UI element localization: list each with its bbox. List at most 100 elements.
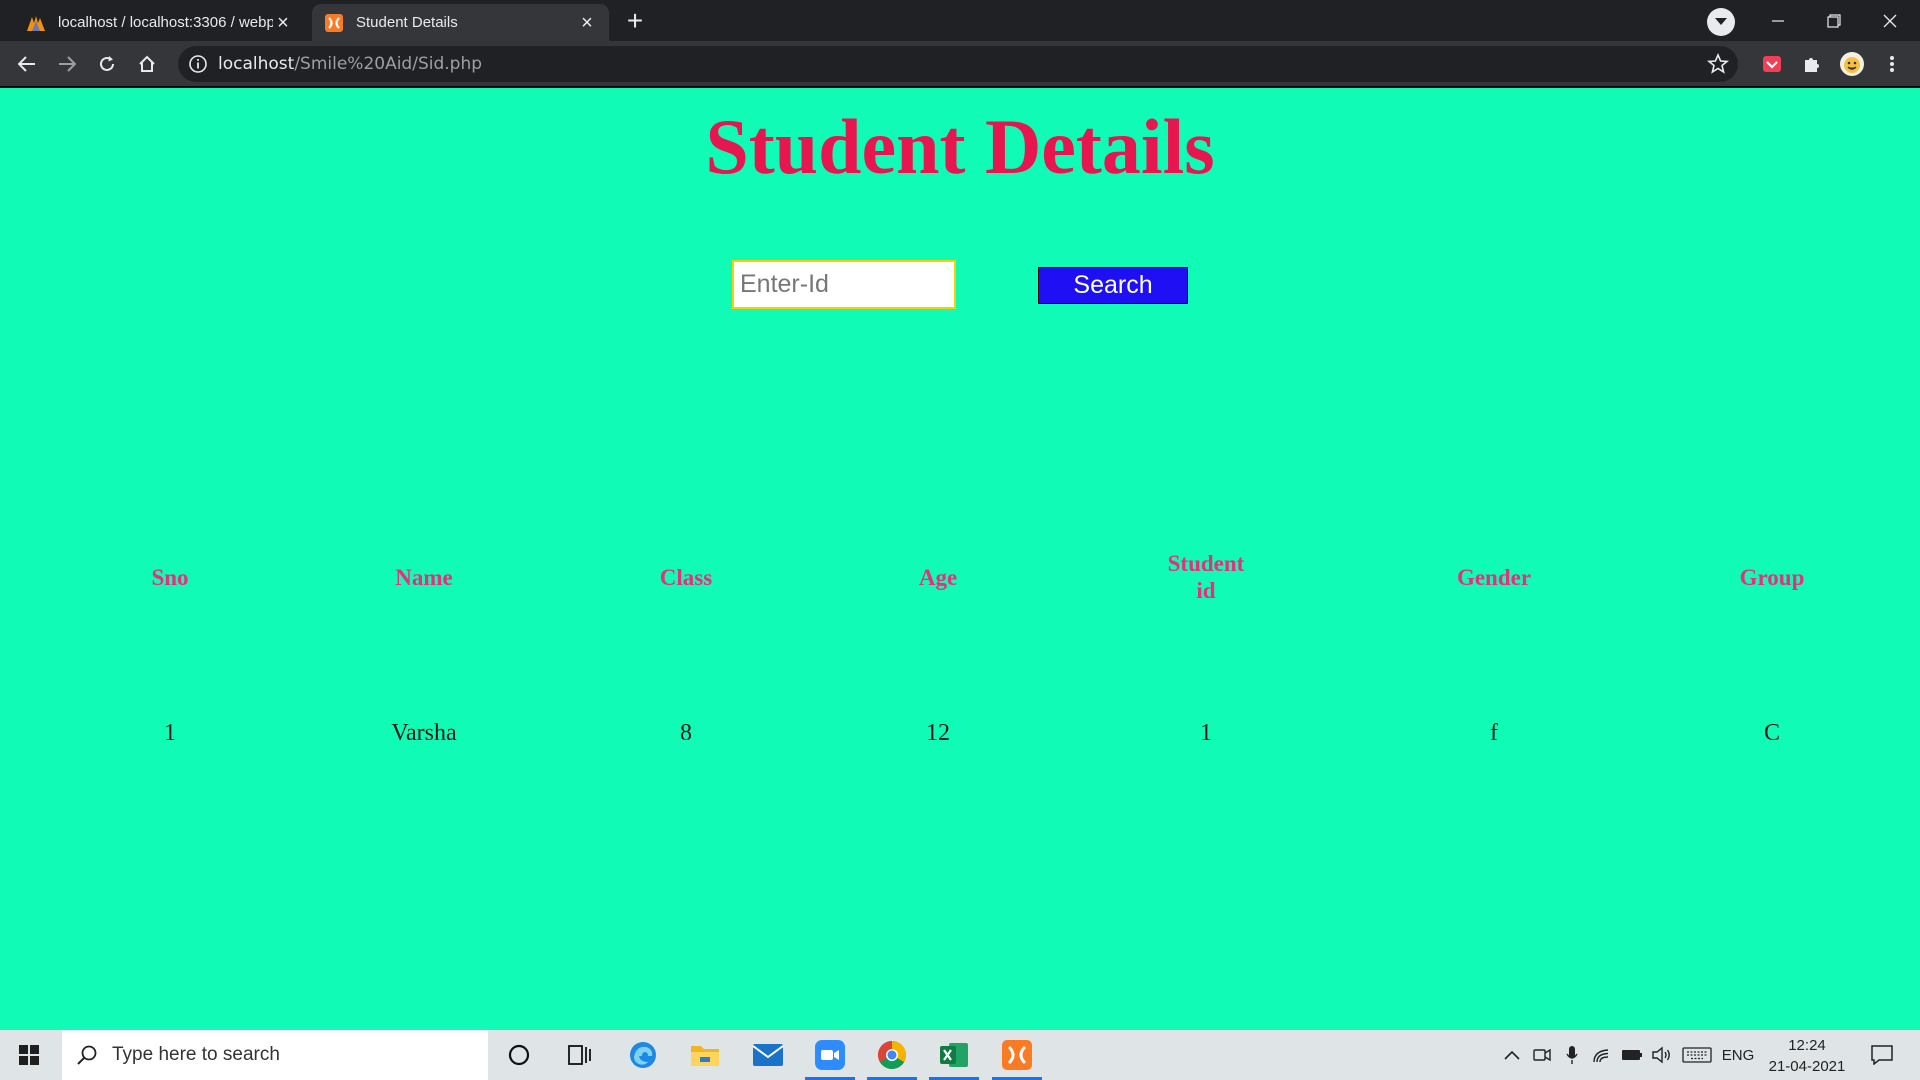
browser-toolbar: localhost/Smile%20Aid/Sid.php bbox=[0, 41, 1920, 88]
close-icon bbox=[1883, 14, 1897, 27]
taskbar-zoom[interactable] bbox=[801, 1030, 859, 1080]
chevron-down-icon bbox=[1715, 18, 1727, 25]
url-text: localhost/Smile%20Aid/Sid.php bbox=[218, 54, 482, 74]
zoom-icon bbox=[815, 1040, 845, 1070]
tray-microphone[interactable] bbox=[1560, 1030, 1584, 1080]
page-content: Student Details Search Sno Name Class Ag… bbox=[0, 88, 1920, 1030]
address-bar[interactable]: localhost/Smile%20Aid/Sid.php bbox=[178, 46, 1738, 82]
bookmark-star-icon[interactable] bbox=[1706, 52, 1730, 76]
forward-button[interactable] bbox=[52, 49, 82, 79]
column-header-age: Age bbox=[918, 565, 958, 590]
mail-icon bbox=[752, 1044, 784, 1066]
wifi-icon bbox=[1593, 1049, 1609, 1063]
clock-date: 21-04-2021 bbox=[1768, 1058, 1846, 1075]
cell-sno: 1 bbox=[164, 720, 176, 746]
notification-icon bbox=[1871, 1045, 1893, 1065]
speaker-icon bbox=[1652, 1046, 1670, 1064]
search-button[interactable]: Search bbox=[1038, 267, 1188, 304]
phpmyadmin-icon bbox=[26, 13, 46, 33]
column-header-sno: Sno bbox=[151, 565, 189, 590]
avatar-icon bbox=[1840, 52, 1864, 76]
excel-icon bbox=[940, 1043, 968, 1067]
restore-icon bbox=[1827, 13, 1841, 28]
reload-icon bbox=[100, 56, 114, 71]
microphone-icon bbox=[1566, 1046, 1578, 1064]
extensions-button[interactable] bbox=[1798, 50, 1826, 78]
taskbar-search-placeholder: Type here to search bbox=[112, 1044, 280, 1065]
puzzle-icon bbox=[1805, 58, 1819, 72]
new-tab-button[interactable]: + bbox=[621, 7, 649, 36]
tray-network[interactable] bbox=[1590, 1030, 1614, 1080]
taskbar-xampp[interactable] bbox=[988, 1030, 1046, 1080]
cell-name: Varsha bbox=[391, 720, 457, 746]
taskbar-file-explorer[interactable] bbox=[676, 1030, 734, 1080]
taskbar-edge[interactable] bbox=[614, 1030, 672, 1080]
tray-volume[interactable] bbox=[1650, 1030, 1674, 1080]
profile-avatar[interactable] bbox=[1838, 50, 1866, 78]
id-search-input[interactable] bbox=[732, 260, 956, 309]
minimize-button[interactable] bbox=[1750, 0, 1806, 41]
browser-menu-button[interactable] bbox=[1878, 50, 1906, 78]
tab-title: localhost / localhost:3306 / webp bbox=[58, 14, 273, 31]
folder-icon bbox=[691, 1046, 719, 1066]
action-center-button[interactable] bbox=[1864, 1030, 1900, 1080]
column-header-group: Group bbox=[1739, 565, 1805, 590]
column-header-name: Name bbox=[395, 565, 453, 590]
arrow-left-icon bbox=[18, 56, 35, 72]
camera-icon bbox=[1533, 1048, 1551, 1062]
taskbar-excel[interactable] bbox=[925, 1030, 983, 1080]
tray-battery[interactable] bbox=[1620, 1030, 1644, 1080]
close-icon[interactable]: × bbox=[577, 13, 597, 33]
column-header-student-id: Student id bbox=[1167, 551, 1245, 603]
tray-clock[interactable]: 12:24 21-04-2021 bbox=[1762, 1035, 1852, 1077]
tray-meet-now[interactable] bbox=[1530, 1030, 1554, 1080]
cell-age: 12 bbox=[926, 720, 950, 746]
minimize-icon bbox=[1772, 19, 1784, 22]
browser-tab-strip: localhost / localhost:3306 / webp × Stud… bbox=[0, 0, 1920, 41]
taskbar-chrome[interactable] bbox=[863, 1030, 921, 1080]
cortana-button[interactable] bbox=[490, 1030, 548, 1080]
arrow-right-icon bbox=[59, 56, 76, 72]
column-header-gender: Gender bbox=[1456, 565, 1532, 590]
home-button[interactable] bbox=[132, 49, 162, 79]
taskbar-search[interactable]: Type here to search bbox=[62, 1030, 488, 1080]
cell-student-id: 1 bbox=[1200, 720, 1212, 746]
tray-language[interactable]: ENG bbox=[1718, 1030, 1758, 1080]
info-icon bbox=[189, 55, 207, 73]
tab-student-details[interactable]: Student Details × bbox=[312, 4, 609, 41]
cell-gender: f bbox=[1490, 720, 1498, 746]
keyboard-icon bbox=[1682, 1047, 1712, 1063]
cell-group: C bbox=[1763, 720, 1781, 746]
battery-icon bbox=[1622, 1050, 1642, 1060]
show-hidden-icons-button[interactable] bbox=[1500, 1030, 1524, 1080]
pocket-extension-button[interactable] bbox=[1758, 50, 1786, 78]
home-icon bbox=[139, 55, 155, 72]
tray-touch-keyboard[interactable] bbox=[1680, 1030, 1714, 1080]
search-icon bbox=[77, 1045, 97, 1065]
task-view-icon bbox=[568, 1045, 591, 1065]
windows-icon bbox=[19, 1045, 39, 1065]
url-path: /Smile%20Aid/Sid.php bbox=[294, 54, 483, 74]
more-vert-icon bbox=[1890, 56, 1894, 72]
back-button[interactable] bbox=[12, 49, 42, 79]
page-title: Student Details bbox=[705, 103, 1215, 190]
url-host: localhost bbox=[218, 54, 295, 74]
close-icon[interactable]: × bbox=[273, 13, 293, 33]
reload-button[interactable] bbox=[92, 49, 122, 79]
pocket-icon bbox=[1763, 56, 1781, 72]
start-button[interactable] bbox=[0, 1030, 58, 1080]
chevron-up-icon bbox=[1504, 1050, 1520, 1060]
cortana-icon bbox=[508, 1044, 530, 1066]
restore-button[interactable] bbox=[1806, 0, 1862, 41]
edge-icon bbox=[630, 1042, 656, 1068]
task-view-button[interactable] bbox=[551, 1030, 609, 1080]
column-header-class: Class bbox=[659, 565, 713, 590]
clock-time: 12:24 bbox=[1788, 1037, 1826, 1054]
tab-search-button[interactable] bbox=[1707, 8, 1735, 36]
taskbar-mail[interactable] bbox=[739, 1030, 797, 1080]
cell-class: 8 bbox=[680, 720, 692, 746]
chrome-icon bbox=[878, 1041, 906, 1069]
tab-phpmyadmin[interactable]: localhost / localhost:3306 / webp × bbox=[14, 4, 305, 41]
xampp-icon bbox=[324, 13, 344, 33]
close-window-button[interactable] bbox=[1862, 0, 1918, 41]
